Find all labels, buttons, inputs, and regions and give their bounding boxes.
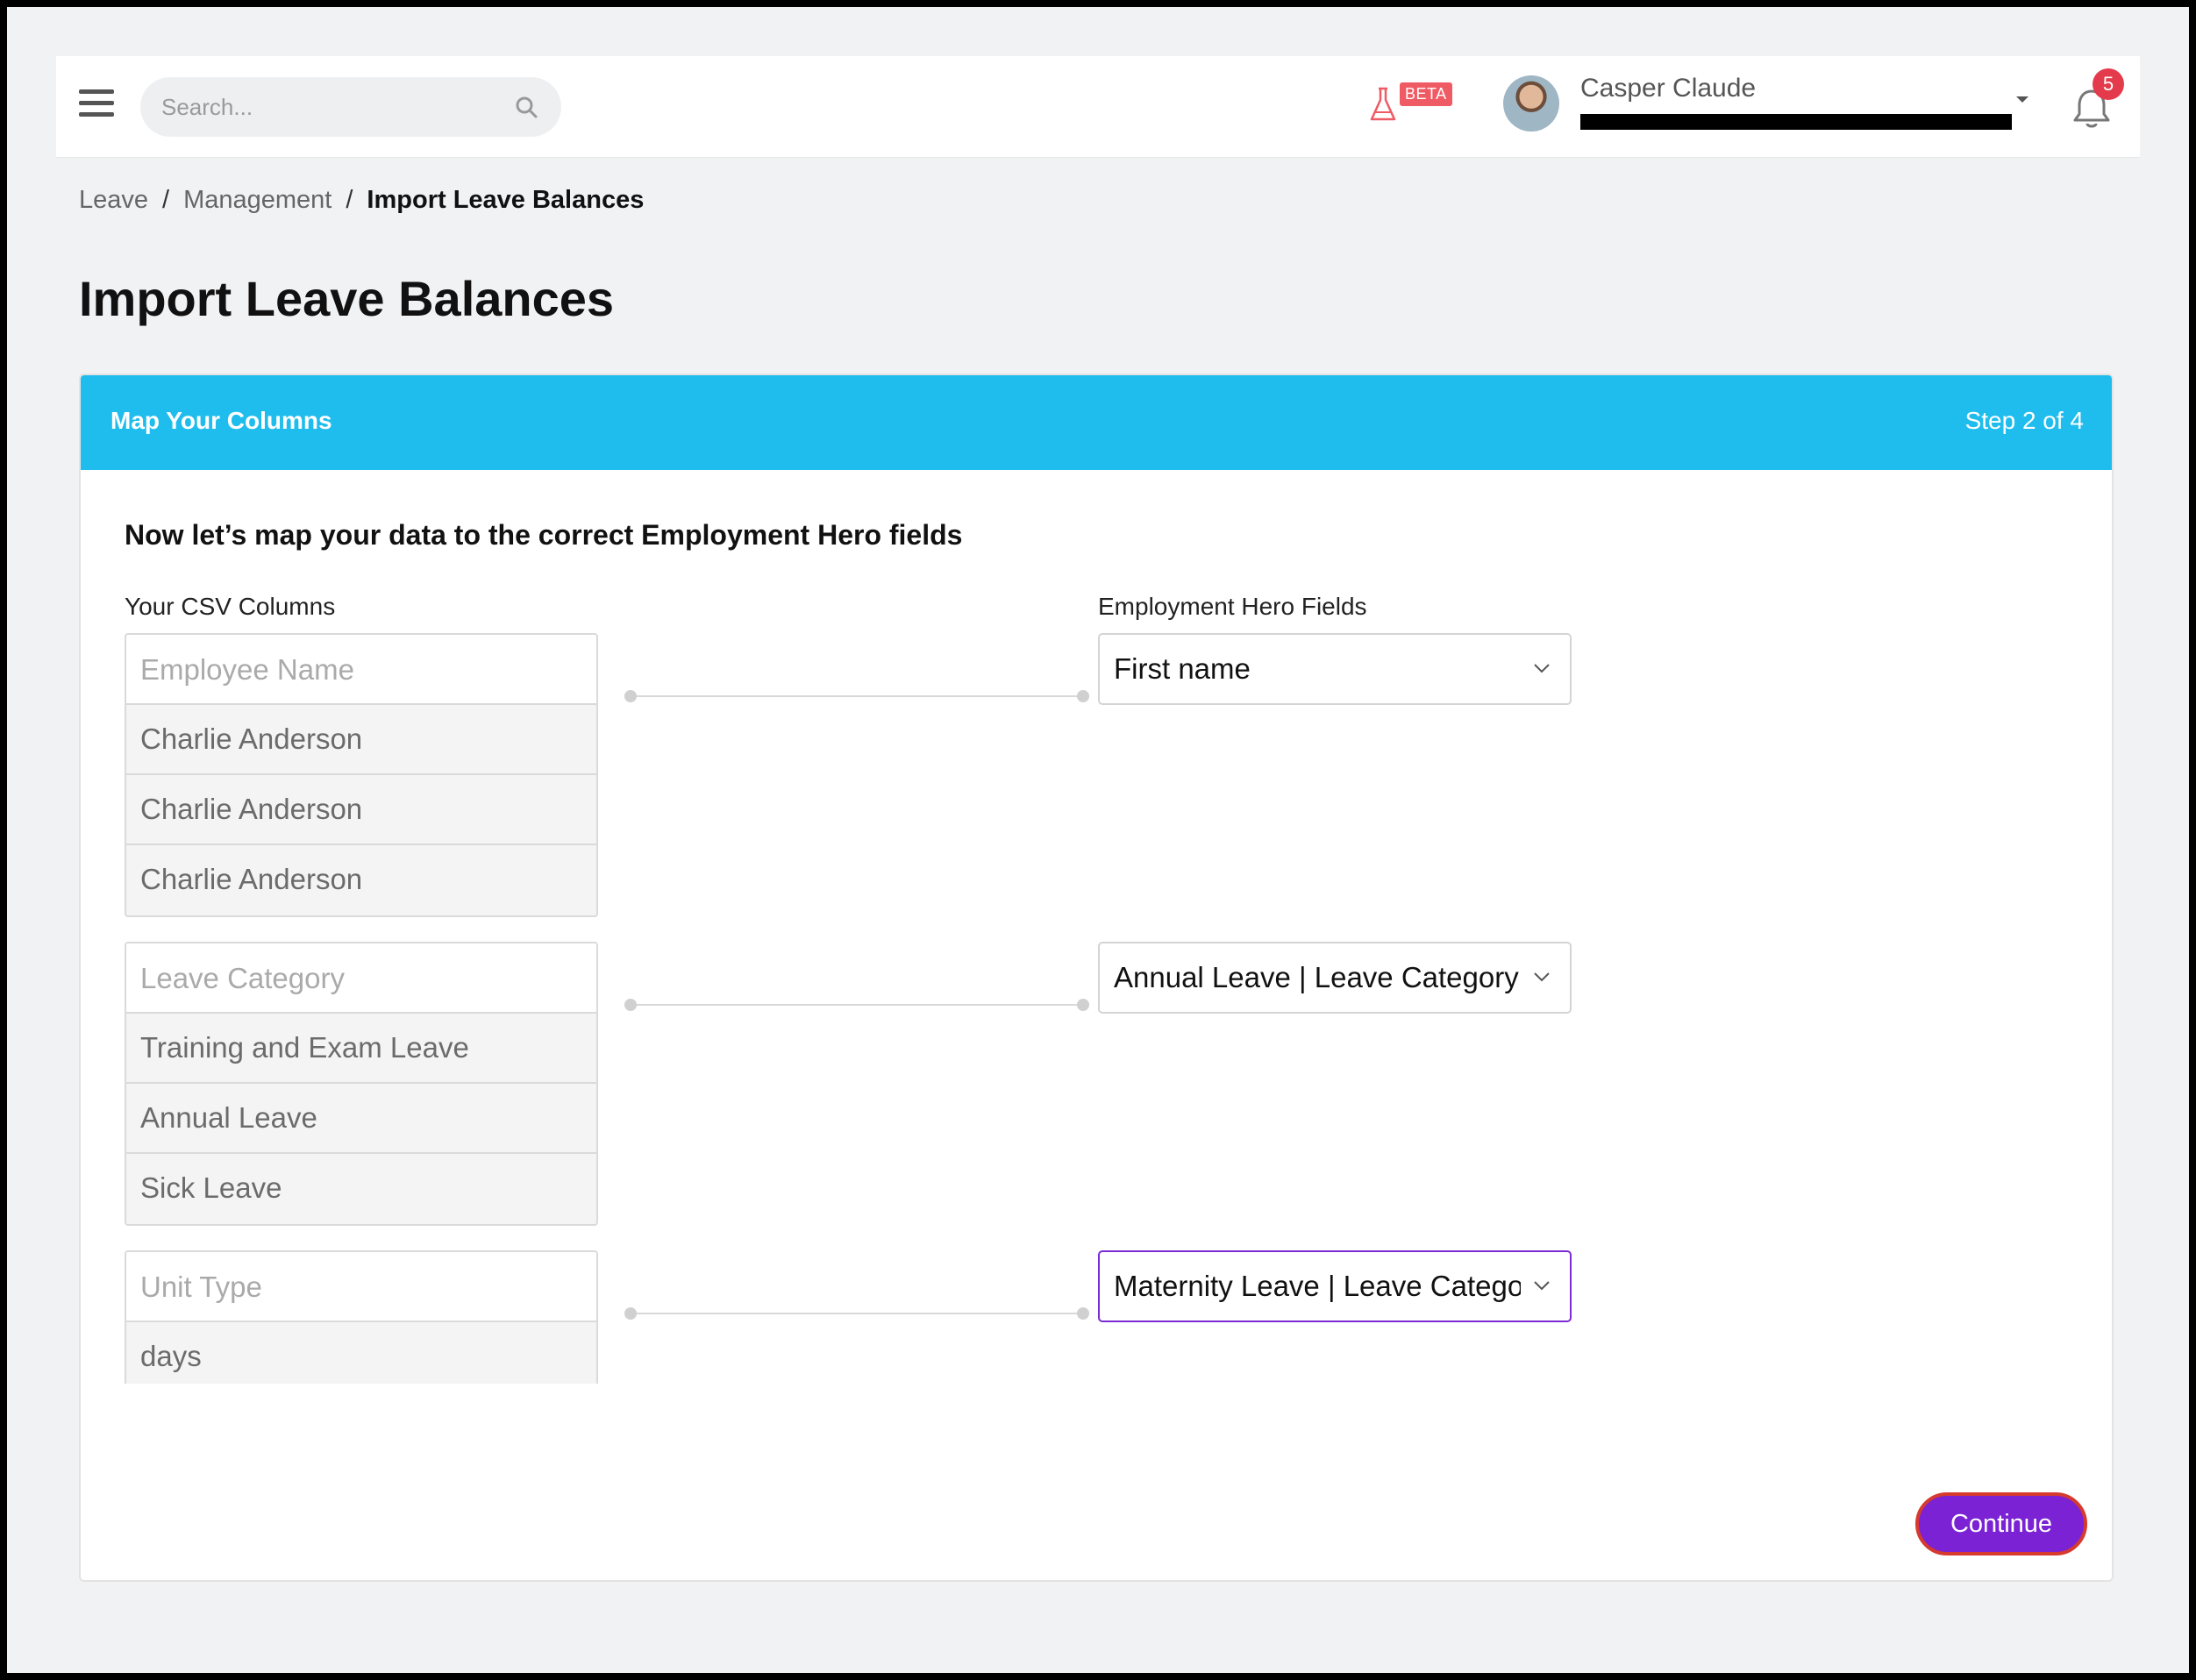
chevron-down-icon [1534,1281,1550,1291]
redacted-email [1580,114,2012,130]
search-box [140,77,561,137]
search-input[interactable] [140,77,561,137]
field-select-employee-name[interactable]: First name [1098,633,1572,705]
caret-down-icon[interactable] [2014,93,2031,105]
breadcrumb-management[interactable]: Management [183,186,332,214]
csv-column-header: Employee Name [126,635,596,705]
field-select-value: Annual Leave | Leave Category [1114,961,1519,993]
beta-features[interactable]: BETA [1368,79,1456,128]
mapping-connector [624,690,1089,702]
chevron-down-icon [1534,664,1550,673]
beta-badge: BETA [1400,82,1452,106]
csv-sample-value: Charlie Anderson [126,775,596,845]
breadcrumb-leave[interactable]: Leave [79,186,148,214]
chevron-down-icon [1534,972,1550,982]
csv-column-employee-name: Employee Name Charlie Anderson Charlie A… [125,633,598,917]
csv-sample-value: Charlie Anderson [126,705,596,775]
instructions: Now let’s map your data to the correct E… [125,519,963,551]
field-select-leave-category[interactable]: Annual Leave | Leave Category [1098,942,1572,1014]
breadcrumb: Leave / Management / Import Leave Balances [79,186,644,215]
user-name[interactable]: Casper Claude [1580,74,1756,103]
field-select-value: First name [1114,652,1251,685]
csv-column-header: Unit Type [126,1252,596,1322]
csv-column-leave-category: Leave Category Training and Exam Leave A… [125,942,598,1226]
csv-column-unit-type: Unit Type days [125,1250,598,1384]
hero-fields-label: Employment Hero Fields [1098,593,1367,620]
menu-icon[interactable] [79,89,114,117]
field-select-unit-type[interactable]: Maternity Leave | Leave Category [1098,1250,1572,1322]
top-bar: BETA Casper Claude 5 [56,56,2140,158]
csv-sample-value: Sick Leave [140,1171,282,1204]
breadcrumb-separator: / [346,186,353,214]
page-title: Import Leave Balances [79,271,615,326]
mapping-connector [624,999,1089,1011]
csv-sample-value: Annual Leave [126,1084,596,1154]
field-select-value: Maternity Leave | Leave Category [1114,1270,1521,1302]
mapping-connector [624,1307,1089,1320]
search-icon[interactable] [514,95,538,119]
mapping-area: Now let’s map your data to the correct E… [81,375,2112,1384]
continue-button[interactable]: Continue [1915,1492,2087,1555]
app-frame: BETA Casper Claude 5 Leave / Management / Im… [7,7,2189,1673]
avatar[interactable] [1503,75,1559,132]
breadcrumb-current: Import Leave Balances [367,186,645,214]
map-columns-card: Map Your Columns Step 2 of 4 Now let’s m… [79,374,2114,1582]
csv-sample-value: Charlie Anderson [140,863,363,895]
csv-sample-value: Training and Exam Leave [126,1014,596,1084]
breadcrumb-separator: / [162,186,170,214]
csv-columns-label: Your CSV Columns [125,593,336,620]
flask-icon [1370,87,1396,121]
notification-badge: 5 [2093,68,2124,100]
csv-sample-value: days [140,1340,202,1372]
csv-column-header: Leave Category [126,943,596,1014]
